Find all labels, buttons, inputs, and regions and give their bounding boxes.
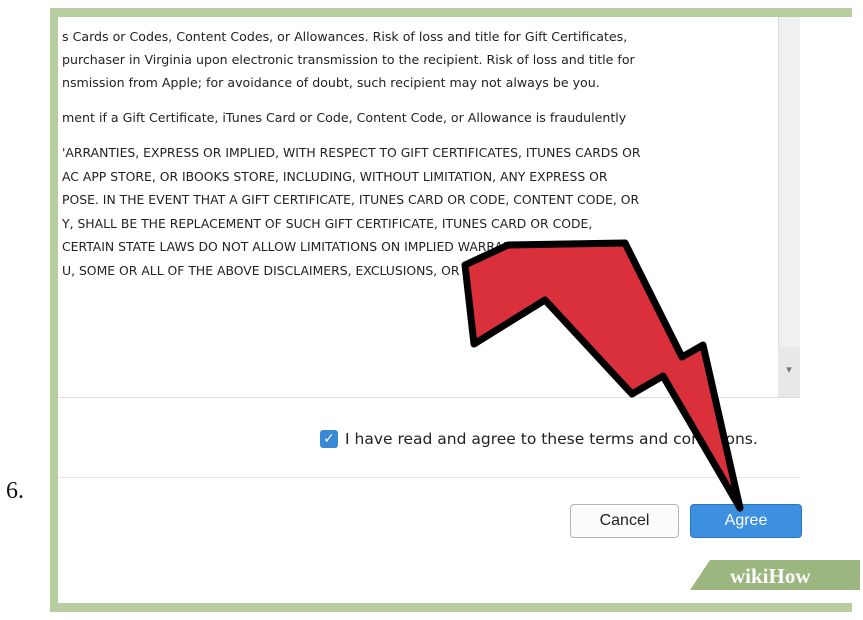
- arrow-pointer-shape: [461, 239, 744, 512]
- arrow-pointer-icon: [461, 239, 744, 512]
